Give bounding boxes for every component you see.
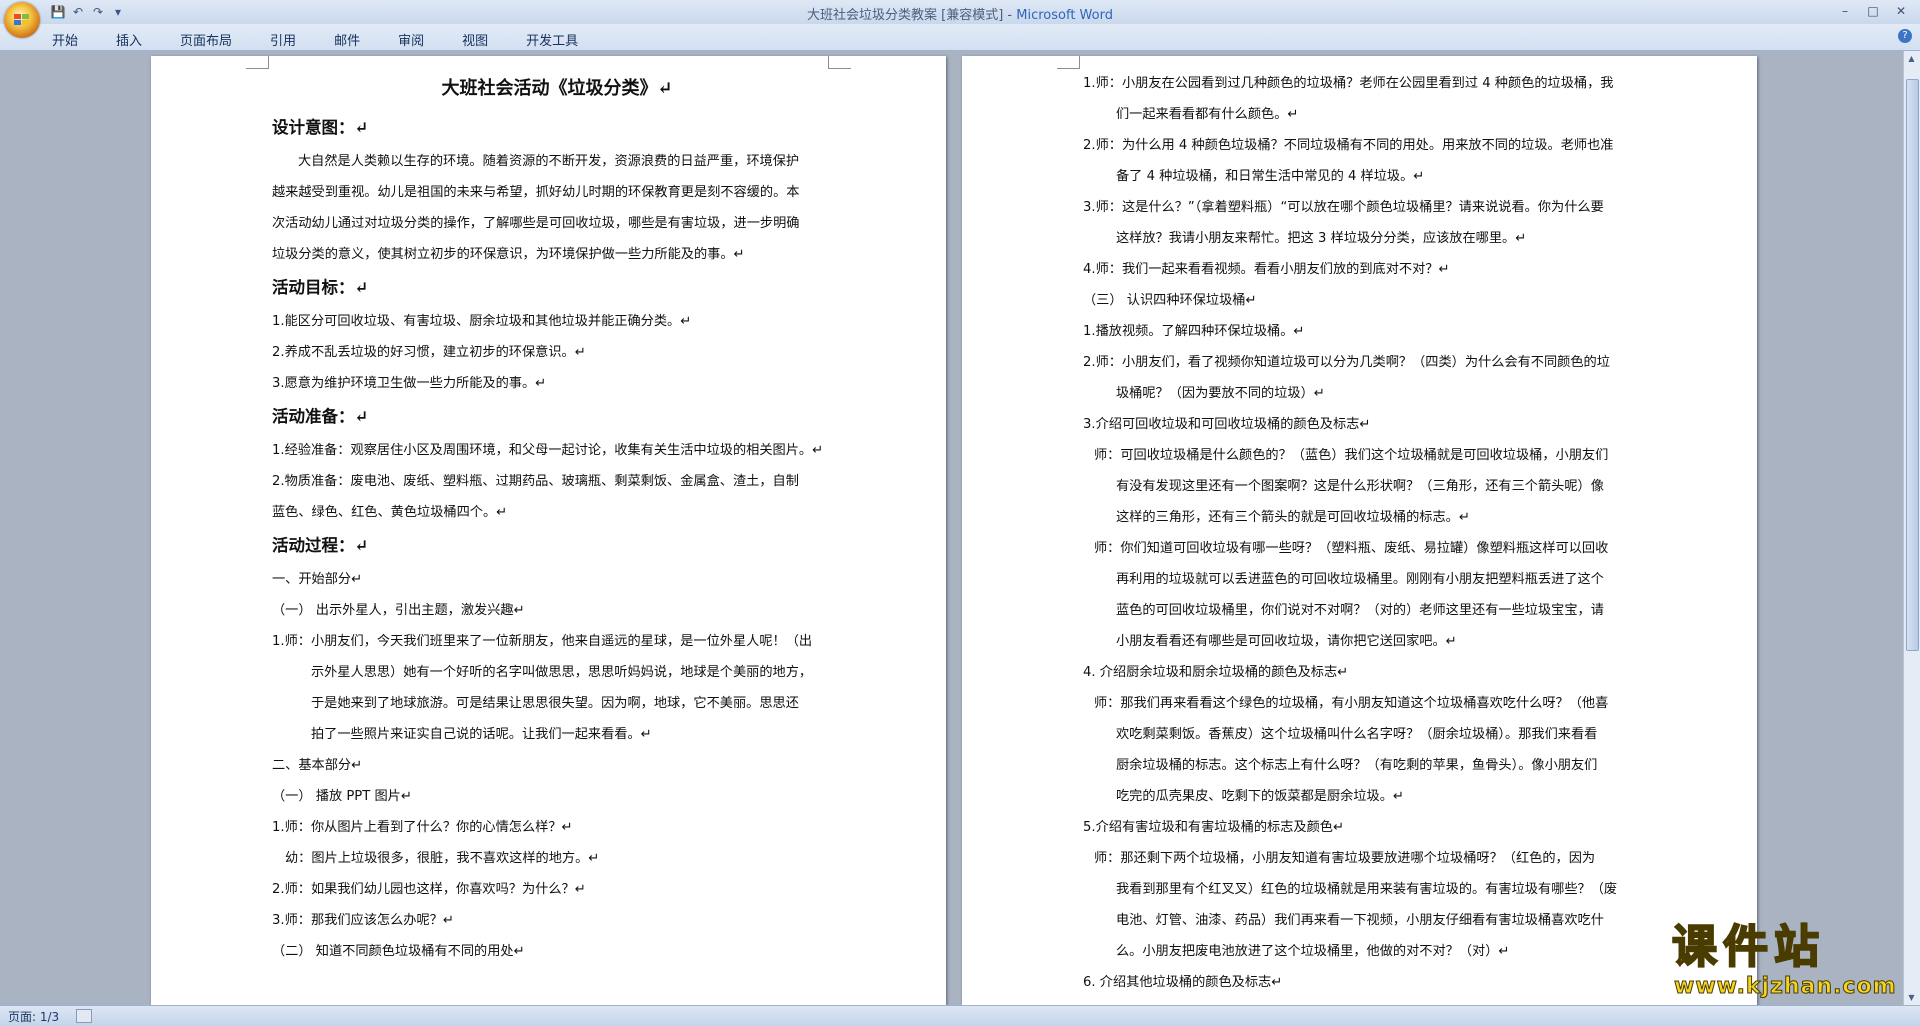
close-icon[interactable]: ✕ [1888,2,1914,20]
status-bar: 页面: 1/3 [0,1005,1920,1026]
paragraph-line: 1.播放视频。了解四种环保垃圾桶。↵ [1083,324,1305,339]
page-2-text[interactable]: 1.师：小朋友在公园看到过几种颜色的垃圾桶？老师在公园里看到过 4 种颜色的垃圾… [1083,68,1653,998]
document-page-2[interactable]: 1.师：小朋友在公园看到过几种颜色的垃圾桶？老师在公园里看到过 4 种颜色的垃圾… [962,56,1757,1005]
window-controls: – □ ✕ [1832,2,1914,20]
paragraph-line: 2.师：如果我们幼儿园也这样，你喜欢吗？为什么？↵ [272,882,586,897]
paragraph-line: 有没有发现这里还有一个图案啊？这是什么形状啊？（三角形，还有三个箭头呢）像 [1116,479,1604,494]
tab-page-layout[interactable]: 页面布局 [180,28,232,51]
paragraph-line: 大自然是人类赖以生存的环境。随着资源的不断开发，资源浪费的日益严重，环境保护 [298,154,800,169]
crop-mark [1057,56,1080,69]
document-workspace: 大班社会活动《垃圾分类》↵ 设计意图：↵ 大自然是人类赖以生存的环境。随着资源的不… [0,51,1904,1005]
paragraph-line: 蓝色的可回收垃圾桶里，你们说对不对啊？（对的）老师这里还有一些垃圾宝宝，请 [1116,603,1604,618]
paragraph-line: 5.介绍有害垃圾和有害垃圾桶的标志及颜色↵ [1083,820,1345,835]
paragraph-line: 备了 4 种垃圾桶，和日常生活中常见的 4 样垃圾。↵ [1116,169,1425,184]
paragraph-line: （二） 知道不同颜色垃圾桶有不同的用处↵ [272,944,525,959]
watermark-url: www.kjzhan.com [1674,974,1897,1000]
paragraph-line: 吃完的瓜壳果皮、吃剩下的饭菜都是厨余垃圾。↵ [1116,789,1404,804]
tab-references[interactable]: 引用 [270,28,296,51]
paragraph-line: 1.能区分可回收垃圾、有害垃圾、厨余垃圾和其他垃圾并能正确分类。↵ [272,314,692,329]
maximize-icon[interactable]: □ [1860,2,1886,20]
office-logo-icon [14,14,29,25]
paragraph-line: 们一起来看看都有什么颜色。↵ [1116,107,1299,122]
paragraph-line: 越来越受到重视。幼儿是祖国的未来与希望，抓好幼儿时期的环保教育更是刻不容缓的。本 [272,185,800,200]
document-title-heading: 大班社会活动《垃圾分类》↵ [441,78,673,99]
tab-developer[interactable]: 开发工具 [526,28,578,51]
document-title: 大班社会垃圾分类教案 [兼容模式] - [807,8,1017,23]
paragraph-line: 垃圾分类的意义，使其树立初步的环保意识，为环境保护做一些力所能及的事。↵ [272,247,745,262]
tab-home[interactable]: 开始 [52,28,78,51]
window-title: 大班社会垃圾分类教案 [兼容模式] - Microsoft Word [0,4,1920,23]
paragraph-line: 3.师：那我们应该怎么办呢？↵ [272,913,454,928]
vertical-scrollbar[interactable]: ▲ ▼ [1903,51,1920,1005]
section-heading: 活动过程：↵ [272,536,369,555]
paragraph-line: 师：那还剩下两个垃圾桶，小朋友知道有害垃圾要放进哪个垃圾桶呀？（红色的，因为 [1094,851,1596,866]
paragraph-line: 拍了一些照片来证实自己说的话呢。让我们一起来看看。↵ [311,727,652,742]
tab-view[interactable]: 视图 [462,28,488,51]
ribbon: 开始 插入 页面布局 引用 邮件 审阅 视图 开发工具 ? [0,24,1920,51]
paragraph-line: 2.师：小朋友们，看了视频你知道垃圾可以分为几类啊？（四类）为什么会有不同颜色的… [1083,355,1610,370]
minimize-icon[interactable]: – [1832,2,1858,20]
paragraph-line: （三） 认识四种环保垃圾桶↵ [1083,293,1257,308]
site-watermark: 课件站 www.kjzhan.com [1668,920,1908,1002]
proofing-icon[interactable] [76,1009,92,1023]
help-icon[interactable]: ? [1898,29,1912,43]
paragraph-line: 2.师：为什么用 4 种颜色垃圾桶？不同垃圾桶有不同的用处。用来放不同的垃圾。老… [1083,138,1614,153]
paragraph-line: 电池、灯管、油漆、药品）我们再来看一下视频，小朋友仔细看有害垃圾桶喜欢吃什 [1116,913,1604,928]
paragraph-line: 3.介绍可回收垃圾和可回收垃圾桶的颜色及标志↵ [1083,417,1371,432]
paragraph-line: 再利用的垃圾就可以丢进蓝色的可回收垃圾桶里。刚刚有小朋友把塑料瓶丢进了这个 [1116,572,1604,587]
paragraph-line: 圾桶呢？（因为要放不同的垃圾）↵ [1116,386,1325,401]
paragraph-line: （一） 播放 PPT 图片↵ [272,789,412,804]
paragraph-line: 这样的三角形，还有三个箭头的就是可回收垃圾桶的标志。↵ [1116,510,1470,525]
page-count[interactable]: 页面: 1/3 [8,1008,59,1025]
paragraph-line: 6. 介绍其他垃圾桶的颜色及标志↵ [1083,975,1283,990]
section-heading: 活动准备：↵ [272,407,369,426]
paragraph-line: 3.愿意为维护环境卫生做一些力所能及的事。↵ [272,376,547,391]
paragraph-line: 么。小朋友把废电池放进了这个垃圾桶里，他做的对不对？（对）↵ [1116,944,1510,959]
paragraph-line: 2.养成不乱丢垃圾的好习惯，建立初步的环保意识。↵ [272,345,586,360]
crop-mark [246,56,269,69]
paragraph-line: 幼：图片上垃圾很多，很脏，我不喜欢这样的地方。↵ [285,851,600,866]
paragraph-line: 师：你们知道可回收垃圾有哪一些呀？（塑料瓶、废纸、易拉罐）像塑料瓶这样可以回收 [1094,541,1609,556]
paragraph-line: 1.经验准备：观察居住小区及周围环境，和父母一起讨论，收集有关生活中垃圾的相关图… [272,443,824,458]
document-page-1[interactable]: 大班社会活动《垃圾分类》↵ 设计意图：↵ 大自然是人类赖以生存的环境。随着资源的不… [151,56,946,1005]
paragraph-line: 一、开始部分↵ [272,572,363,587]
ribbon-tabs: 开始 插入 页面布局 引用 邮件 审阅 视图 开发工具 [52,28,616,51]
paragraph-line: （一） 出示外星人，引出主题，激发兴趣↵ [272,603,525,618]
paragraph-line: 4.师：我们一起来看看视频。看看小朋友们放的到底对不对？↵ [1083,262,1450,277]
scrollbar-thumb[interactable] [1906,79,1919,651]
paragraph-line: 1.师：小朋友们，今天我们班里来了一位新朋友，他来自遥远的星球，是一位外星人呢！… [272,634,813,649]
paragraph-line: 师：那我们再来看看这个绿色的垃圾桶，有小朋友知道这个垃圾桶喜欢吃什么呀？（他喜 [1094,696,1609,711]
paragraph-line: 厨余垃圾桶的标志。这个标志上有什么呀？（有吃剩的苹果，鱼骨头）。像小朋友们 [1116,758,1598,773]
paragraph-line: 于是她来到了地球旅游。可是结果让思思很失望。因为啊，地球，它不美丽。思思还 [311,696,799,711]
paragraph-line: 我看到那里有个红叉叉）红色的垃圾桶就是用来装有害垃圾的。有害垃圾有哪些？（废 [1116,882,1618,897]
paragraph-line: 欢吃剩菜剩饭。香蕉皮）这个垃圾桶叫什么名字呀？（厨余垃圾桶）。那我们来看看 [1116,727,1598,742]
office-button[interactable] [4,2,40,38]
tab-review[interactable]: 审阅 [398,28,424,51]
paragraph-line: 师：可回收垃圾桶是什么颜色的？（蓝色）我们这个垃圾桶就是可回收垃圾桶，小朋友们 [1094,448,1609,463]
paragraph-line: 次活动幼儿通过对垃圾分类的操作，了解哪些是可回收垃圾，哪些是有害垃圾，进一步明确 [272,216,800,231]
paragraph-line: 1.师：小朋友在公园看到过几种颜色的垃圾桶？老师在公园里看到过 4 种颜色的垃圾… [1083,76,1614,91]
paragraph-line: 4. 介绍厨余垃圾和厨余垃圾桶的颜色及标志↵ [1083,665,1349,680]
scroll-up-icon[interactable]: ▲ [1906,53,1917,64]
paragraph-line: 小朋友看看还有哪些是可回收垃圾，请你把它送回家吧。↵ [1116,634,1457,649]
paragraph-line: 1.师：你从图片上看到了什么？你的心情怎么样？↵ [272,820,573,835]
tab-mailings[interactable]: 邮件 [334,28,360,51]
paragraph-line: 二、基本部分↵ [272,758,363,773]
paragraph-line: 3.师：这是什么？”（拿着塑料瓶）“可以放在哪个颜色垃圾桶里？请来说说看。你为什… [1083,200,1604,215]
section-heading: 设计意图：↵ [272,118,369,137]
paragraph-line: 蓝色、绿色、红色、黄色垃圾桶四个。↵ [272,505,508,520]
title-bar: 💾 ↶ ↷ ▾ 大班社会垃圾分类教案 [兼容模式] - Microsoft Wo… [0,0,1920,25]
app-title: Microsoft Word [1016,8,1113,23]
paragraph-line: 这样放？我请小朋友来帮忙。把这 3 样垃圾分分类，应该放在哪里。↵ [1116,231,1527,246]
page-1-text[interactable]: 大班社会活动《垃圾分类》↵ 设计意图：↵ 大自然是人类赖以生存的环境。随着资源的不… [272,68,842,967]
section-heading: 活动目标：↵ [272,278,369,297]
watermark-logo-text: 课件站 [1671,920,1826,973]
paragraph-line: 2.物质准备：废电池、废纸、塑料瓶、过期药品、玻璃瓶、剩菜剩饭、金属盒、渣土，自… [272,474,799,489]
tab-insert[interactable]: 插入 [116,28,142,51]
paragraph-line: 示外星人思思）她有一个好听的名字叫做思思，思思听妈妈说，地球是个美丽的地方， [311,665,813,680]
